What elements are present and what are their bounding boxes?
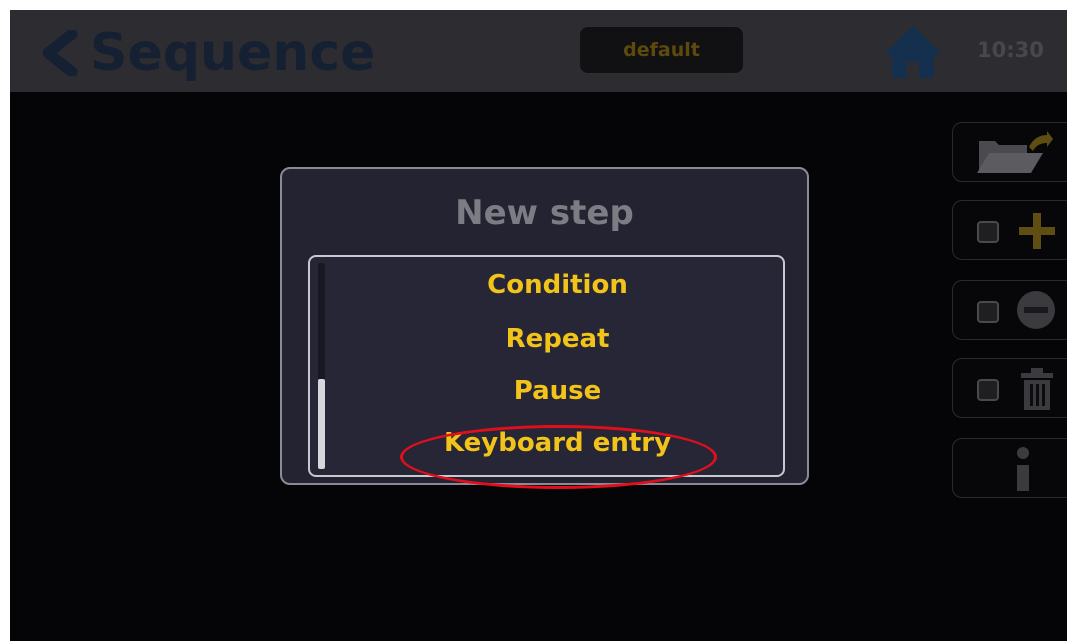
home-icon[interactable] — [882, 24, 944, 80]
add-icon — [1019, 213, 1055, 249]
open-folder-icon — [977, 131, 1053, 173]
info-icon — [1017, 447, 1029, 491]
remove-step-button[interactable] — [952, 280, 1067, 340]
checkbox[interactable] — [977, 221, 999, 243]
remove-icon — [1017, 291, 1055, 329]
scrollbar-thumb[interactable] — [318, 379, 325, 469]
back-chevron-icon[interactable] — [38, 30, 80, 76]
open-folder-button[interactable] — [952, 122, 1067, 182]
new-step-dialog: New step Condition Repeat Pause Keyboard… — [280, 167, 809, 485]
page-title: Sequence — [90, 23, 376, 83]
dialog-title: New step — [455, 193, 634, 233]
delete-step-button[interactable] — [952, 358, 1067, 418]
profile-badge[interactable]: default — [580, 27, 743, 73]
step-type-list[interactable]: Condition Repeat Pause Keyboard entry — [308, 255, 785, 477]
clock: 10:30 — [977, 38, 1044, 62]
list-item-repeat[interactable]: Repeat — [330, 319, 785, 359]
list-item-pause[interactable]: Pause — [330, 371, 785, 411]
device-screen: Sequence default 10:30 New step Conditio… — [10, 10, 1067, 641]
list-item-condition[interactable]: Condition — [330, 265, 785, 305]
add-step-button[interactable] — [952, 200, 1067, 260]
list-item-keyboard-entry[interactable]: Keyboard entry — [330, 423, 785, 463]
trash-icon — [1021, 368, 1053, 410]
checkbox[interactable] — [977, 301, 999, 323]
header-bar: Sequence default 10:30 — [10, 10, 1067, 92]
checkbox[interactable] — [977, 379, 999, 401]
scrollbar[interactable] — [318, 263, 325, 469]
info-button[interactable] — [952, 438, 1067, 498]
